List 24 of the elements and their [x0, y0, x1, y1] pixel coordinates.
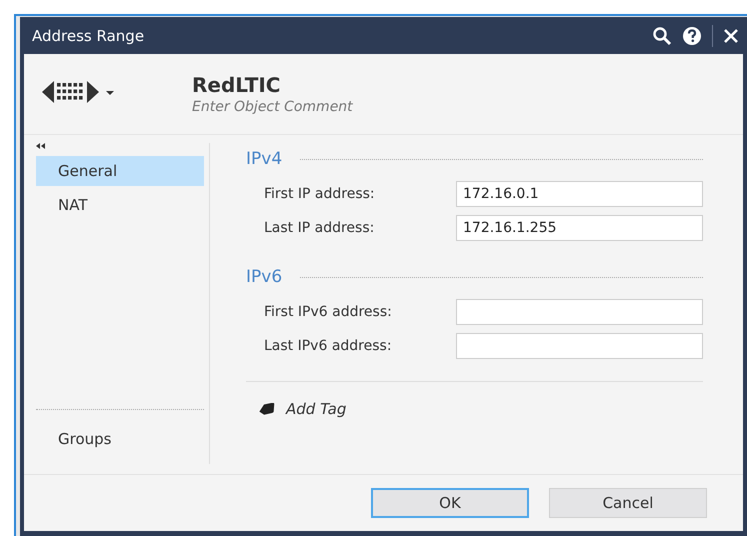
section-title: IPv4	[246, 149, 282, 169]
sidebar-item[interactable]: General	[36, 156, 204, 186]
field-label: First IP address:	[264, 186, 376, 202]
section-title: IPv6	[246, 267, 282, 287]
collapse-icon[interactable]	[36, 143, 45, 149]
add-tag-link[interactable]: Add Tag	[258, 400, 346, 418]
ok-button[interactable]: OK	[371, 488, 529, 518]
object-name[interactable]: RedLTIC	[192, 73, 452, 97]
help-icon[interactable]	[682, 26, 702, 46]
field-label: Last IPv6 address:	[264, 338, 393, 354]
field-label: First IPv6 address:	[264, 304, 393, 320]
field-label: Last IP address:	[264, 220, 376, 236]
sidebar-item[interactable]: Groups	[36, 424, 204, 454]
window-title: Address Range	[32, 26, 144, 44]
cancel-button[interactable]: Cancel	[549, 488, 707, 518]
comment-field[interactable]: Enter Object Comment	[192, 99, 452, 115]
search-icon[interactable]	[652, 26, 672, 46]
input-field[interactable]	[456, 299, 703, 325]
sidebar-item[interactable]: NAT	[36, 190, 204, 220]
input-field[interactable]: 172.16.1.255	[456, 215, 703, 241]
input-field[interactable]	[456, 333, 703, 359]
tag-icon	[258, 403, 276, 415]
close-icon[interactable]	[723, 28, 739, 44]
input-field[interactable]: 172.16.0.1	[456, 181, 703, 207]
